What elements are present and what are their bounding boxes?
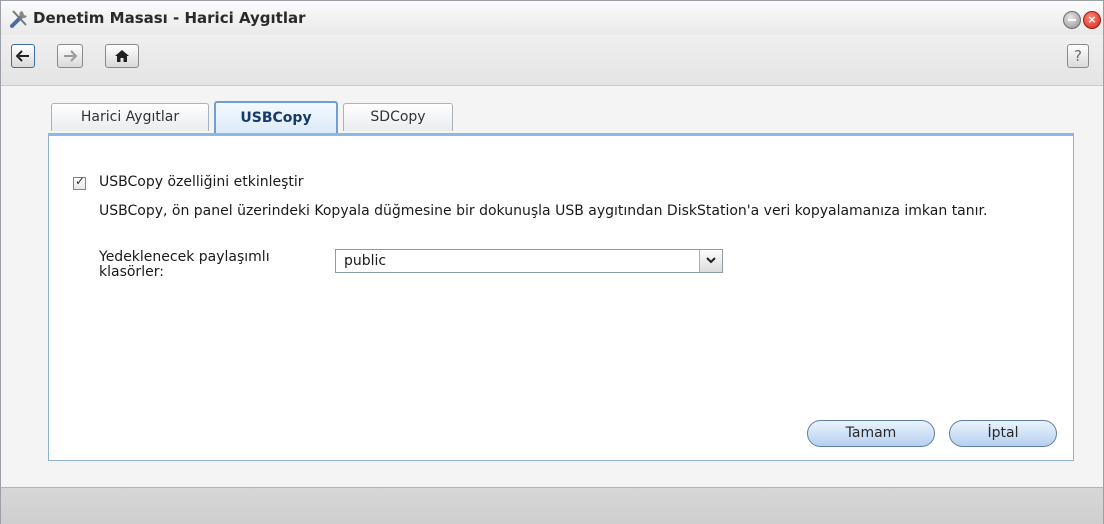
window-title: Denetim Masası - Harici Aygıtlar bbox=[33, 9, 306, 27]
title-bar: Denetim Masası - Harici Aygıtlar × bbox=[1, 1, 1103, 35]
enable-usbcopy-checkbox[interactable] bbox=[73, 174, 86, 190]
ok-button[interactable]: Tamam bbox=[807, 420, 935, 447]
usbcopy-panel: USBCopy özelliğini etkinleştir USBCopy, … bbox=[48, 133, 1074, 461]
forward-button[interactable] bbox=[57, 44, 83, 68]
control-panel-window: Denetim Masası - Harici Aygıtlar × ? Har… bbox=[0, 0, 1104, 524]
close-button[interactable]: × bbox=[1083, 11, 1101, 29]
shared-folder-label: Yedeklenecek paylaşımlı klasörler: bbox=[99, 249, 270, 280]
tab-usbcopy[interactable]: USBCopy bbox=[214, 101, 338, 133]
status-bar bbox=[1, 487, 1103, 524]
tab-sdcopy[interactable]: SDCopy bbox=[343, 103, 453, 131]
help-button[interactable]: ? bbox=[1067, 44, 1089, 68]
arrow-left-icon bbox=[16, 50, 29, 62]
chevron-down-icon[interactable] bbox=[699, 250, 722, 272]
back-button[interactable] bbox=[11, 44, 35, 68]
usbcopy-description: USBCopy, ön panel üzerindeki Kopyala düğ… bbox=[99, 203, 988, 219]
enable-usbcopy-label[interactable]: USBCopy özelliğini etkinleştir bbox=[99, 174, 304, 190]
arrow-right-icon bbox=[64, 50, 77, 62]
tools-icon bbox=[9, 8, 31, 28]
home-button[interactable] bbox=[105, 44, 139, 68]
home-icon bbox=[115, 50, 129, 62]
shared-folder-select[interactable]: public bbox=[335, 249, 723, 273]
tab-external-devices[interactable]: Harici Aygıtlar bbox=[51, 103, 209, 131]
shared-folder-value: public bbox=[344, 253, 387, 269]
toolbar: ? bbox=[1, 35, 1103, 86]
cancel-button[interactable]: İptal bbox=[949, 420, 1057, 447]
minimize-button[interactable] bbox=[1063, 11, 1081, 29]
